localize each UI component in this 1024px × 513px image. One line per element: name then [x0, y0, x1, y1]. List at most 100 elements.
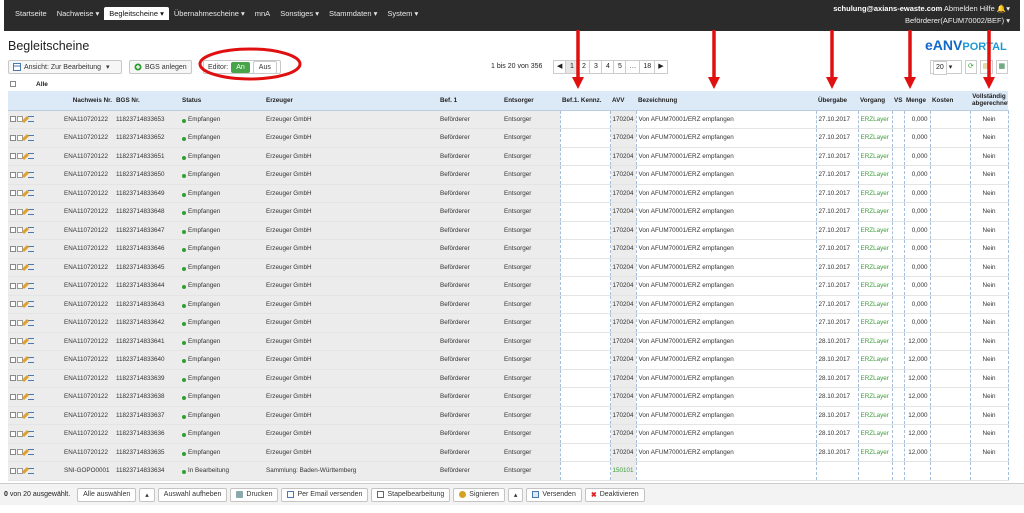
table-cell[interactable]: 28.10.2017	[815, 443, 859, 462]
page-size-select[interactable]: 20 ▾	[930, 60, 962, 75]
table-cell[interactable]: 27.10.2017	[815, 128, 859, 148]
excel-icon[interactable]: ▦	[995, 60, 1009, 74]
table-cell[interactable]: 28.10.2017	[815, 369, 859, 388]
nav-item[interactable]: Nachweise ▾	[52, 9, 105, 20]
row-checkbox[interactable]	[10, 338, 16, 345]
table-cell[interactable]: 28.10.2017	[815, 387, 859, 407]
table-row[interactable]: ENA110720122 11823714833652 Empfangen Erzeu…	[8, 128, 1009, 148]
editor-on-button[interactable]: An	[231, 61, 250, 73]
page-button[interactable]: 18	[639, 60, 656, 74]
table-row[interactable]: ENA110720122 11823714833643 Empfangen Erzeu…	[8, 295, 1009, 314]
table-cell[interactable]	[559, 128, 611, 148]
table-cell[interactable]	[559, 424, 611, 444]
column-header[interactable]: AVV	[610, 91, 636, 111]
column-header[interactable]: Bef.1. Kennz.	[560, 91, 610, 111]
table-row[interactable]: ENA110720122 11823714833644 Empfangen Erzeu…	[8, 276, 1009, 296]
table-row[interactable]: ENA110720122 11823714833646 Empfangen Erzeu…	[8, 239, 1009, 259]
table-cell[interactable]	[559, 295, 611, 314]
row-checkbox[interactable]	[10, 319, 16, 326]
table-cell[interactable]	[559, 258, 611, 277]
row-checkbox[interactable]	[10, 264, 16, 271]
table-cell[interactable]	[815, 461, 859, 481]
column-header[interactable]: Kosten	[930, 91, 970, 111]
table-row[interactable]: ENA110720122 11823714833649 Empfangen Erzeu…	[8, 184, 1009, 203]
print-button[interactable]: Drucken	[230, 487, 279, 502]
page-button[interactable]: …	[625, 60, 641, 74]
email-button[interactable]: Per Email versenden	[281, 487, 369, 502]
table-cell[interactable]: 27.10.2017	[815, 276, 859, 296]
table-cell[interactable]: 27.10.2017	[815, 295, 859, 314]
nav-item[interactable]: Startseite	[10, 9, 52, 20]
column-header[interactable]: Erzeuger	[264, 91, 438, 111]
table-cell[interactable]: 27.10.2017	[815, 221, 859, 240]
next-page-button[interactable]: ▶	[654, 60, 668, 74]
table-cell[interactable]	[559, 406, 611, 425]
row-checkbox[interactable]	[10, 375, 16, 382]
table-row[interactable]: ENA110720122 11823714833650 Empfangen Erzeu…	[8, 165, 1009, 185]
row-checkbox[interactable]	[10, 449, 16, 456]
column-header[interactable]: Entsorger	[502, 91, 560, 111]
editor-off-button[interactable]: Aus	[252, 60, 277, 74]
sign-button[interactable]: Signieren	[453, 487, 505, 502]
table-cell[interactable]	[559, 461, 611, 481]
table-cell[interactable]: 28.10.2017	[815, 406, 859, 425]
table-cell[interactable]: 27.10.2017	[815, 202, 859, 222]
table-cell[interactable]	[559, 350, 611, 370]
table-cell[interactable]	[559, 332, 611, 351]
bell-icon[interactable]: 🔔▾	[997, 4, 1010, 13]
export-icon[interactable]: ▤	[979, 60, 993, 74]
table-row[interactable]: ENA110720122 11823714833641 Empfangen Erzeu…	[8, 332, 1009, 351]
table-row[interactable]: ENA110720122 11823714833639 Empfangen Erzeu…	[8, 369, 1009, 388]
select-all-checkbox[interactable]	[10, 81, 16, 87]
table-cell[interactable]: 27.10.2017	[815, 110, 859, 129]
row-checkbox[interactable]	[10, 171, 16, 178]
table-row[interactable]: SNI-GOPO0001 11823714833634 In Bearbeitung…	[8, 461, 1009, 481]
column-header[interactable]: Menge	[904, 91, 930, 111]
deactivate-button[interactable]: ✖ Deaktivieren	[584, 487, 645, 502]
nav-item[interactable]: System ▾	[382, 9, 423, 20]
column-header[interactable]: Vorgang	[858, 91, 892, 111]
column-header[interactable]: BGS Nr.	[114, 91, 180, 111]
table-cell[interactable]: 28.10.2017	[815, 350, 859, 370]
table-cell[interactable]	[559, 369, 611, 388]
user-email[interactable]: schulung@axians-ewaste.com	[833, 4, 942, 13]
table-cell[interactable]: 28.10.2017	[815, 332, 859, 351]
send-button[interactable]: Versenden	[526, 487, 582, 502]
row-checkbox[interactable]	[10, 245, 16, 252]
column-header[interactable]: VS	[892, 91, 904, 111]
help-link[interactable]: Hilfe	[980, 4, 995, 13]
table-cell[interactable]	[559, 147, 611, 166]
logout-link[interactable]: Abmelden	[944, 4, 978, 13]
column-header[interactable]: Übergabe	[816, 91, 858, 111]
view-selector[interactable]: Ansicht: Zur Bearbeitung ▾	[8, 60, 122, 74]
prev-page-button[interactable]: ◀	[553, 60, 567, 74]
table-cell[interactable]: 27.10.2017	[815, 258, 859, 277]
table-cell[interactable]	[559, 443, 611, 462]
table-cell[interactable]	[559, 165, 611, 185]
row-checkbox[interactable]	[10, 430, 16, 437]
row-checkbox[interactable]	[10, 227, 16, 234]
row-checkbox[interactable]	[10, 116, 16, 123]
table-cell[interactable]: 28.10.2017	[815, 424, 859, 444]
table-row[interactable]: ENA110720122 11823714833645 Empfangen Erzeu…	[8, 258, 1009, 277]
table-cell[interactable]: 27.10.2017	[815, 313, 859, 333]
table-row[interactable]: ENA110720122 11823714833647 Empfangen Erzeu…	[8, 221, 1009, 240]
row-checkbox[interactable]	[10, 190, 16, 197]
nav-item[interactable]: mnA	[250, 9, 275, 20]
table-cell[interactable]: 27.10.2017	[815, 165, 859, 185]
nav-item[interactable]: Übernahmescheine ▾	[169, 9, 250, 20]
role-selector[interactable]: Beförderer(AFUM70002/BEF) ▾	[905, 16, 1010, 25]
table-row[interactable]: ENA110720122 11823714833638 Empfangen Erzeu…	[8, 387, 1009, 407]
row-checkbox[interactable]	[10, 412, 16, 419]
table-cell[interactable]	[559, 313, 611, 333]
row-checkbox[interactable]	[10, 282, 16, 289]
batch-edit-button[interactable]: Stapelbearbeitung	[371, 487, 451, 502]
sign-menu-button[interactable]: ▴	[507, 487, 524, 502]
table-cell[interactable]	[559, 387, 611, 407]
column-header[interactable]: Vollständig abgerechnet	[970, 91, 1008, 111]
column-header[interactable]: Status	[180, 91, 264, 111]
row-checkbox[interactable]	[10, 393, 16, 400]
refresh-icon[interactable]: ⟳	[965, 60, 977, 74]
row-checkbox[interactable]	[10, 153, 16, 160]
table-cell[interactable]	[559, 184, 611, 203]
